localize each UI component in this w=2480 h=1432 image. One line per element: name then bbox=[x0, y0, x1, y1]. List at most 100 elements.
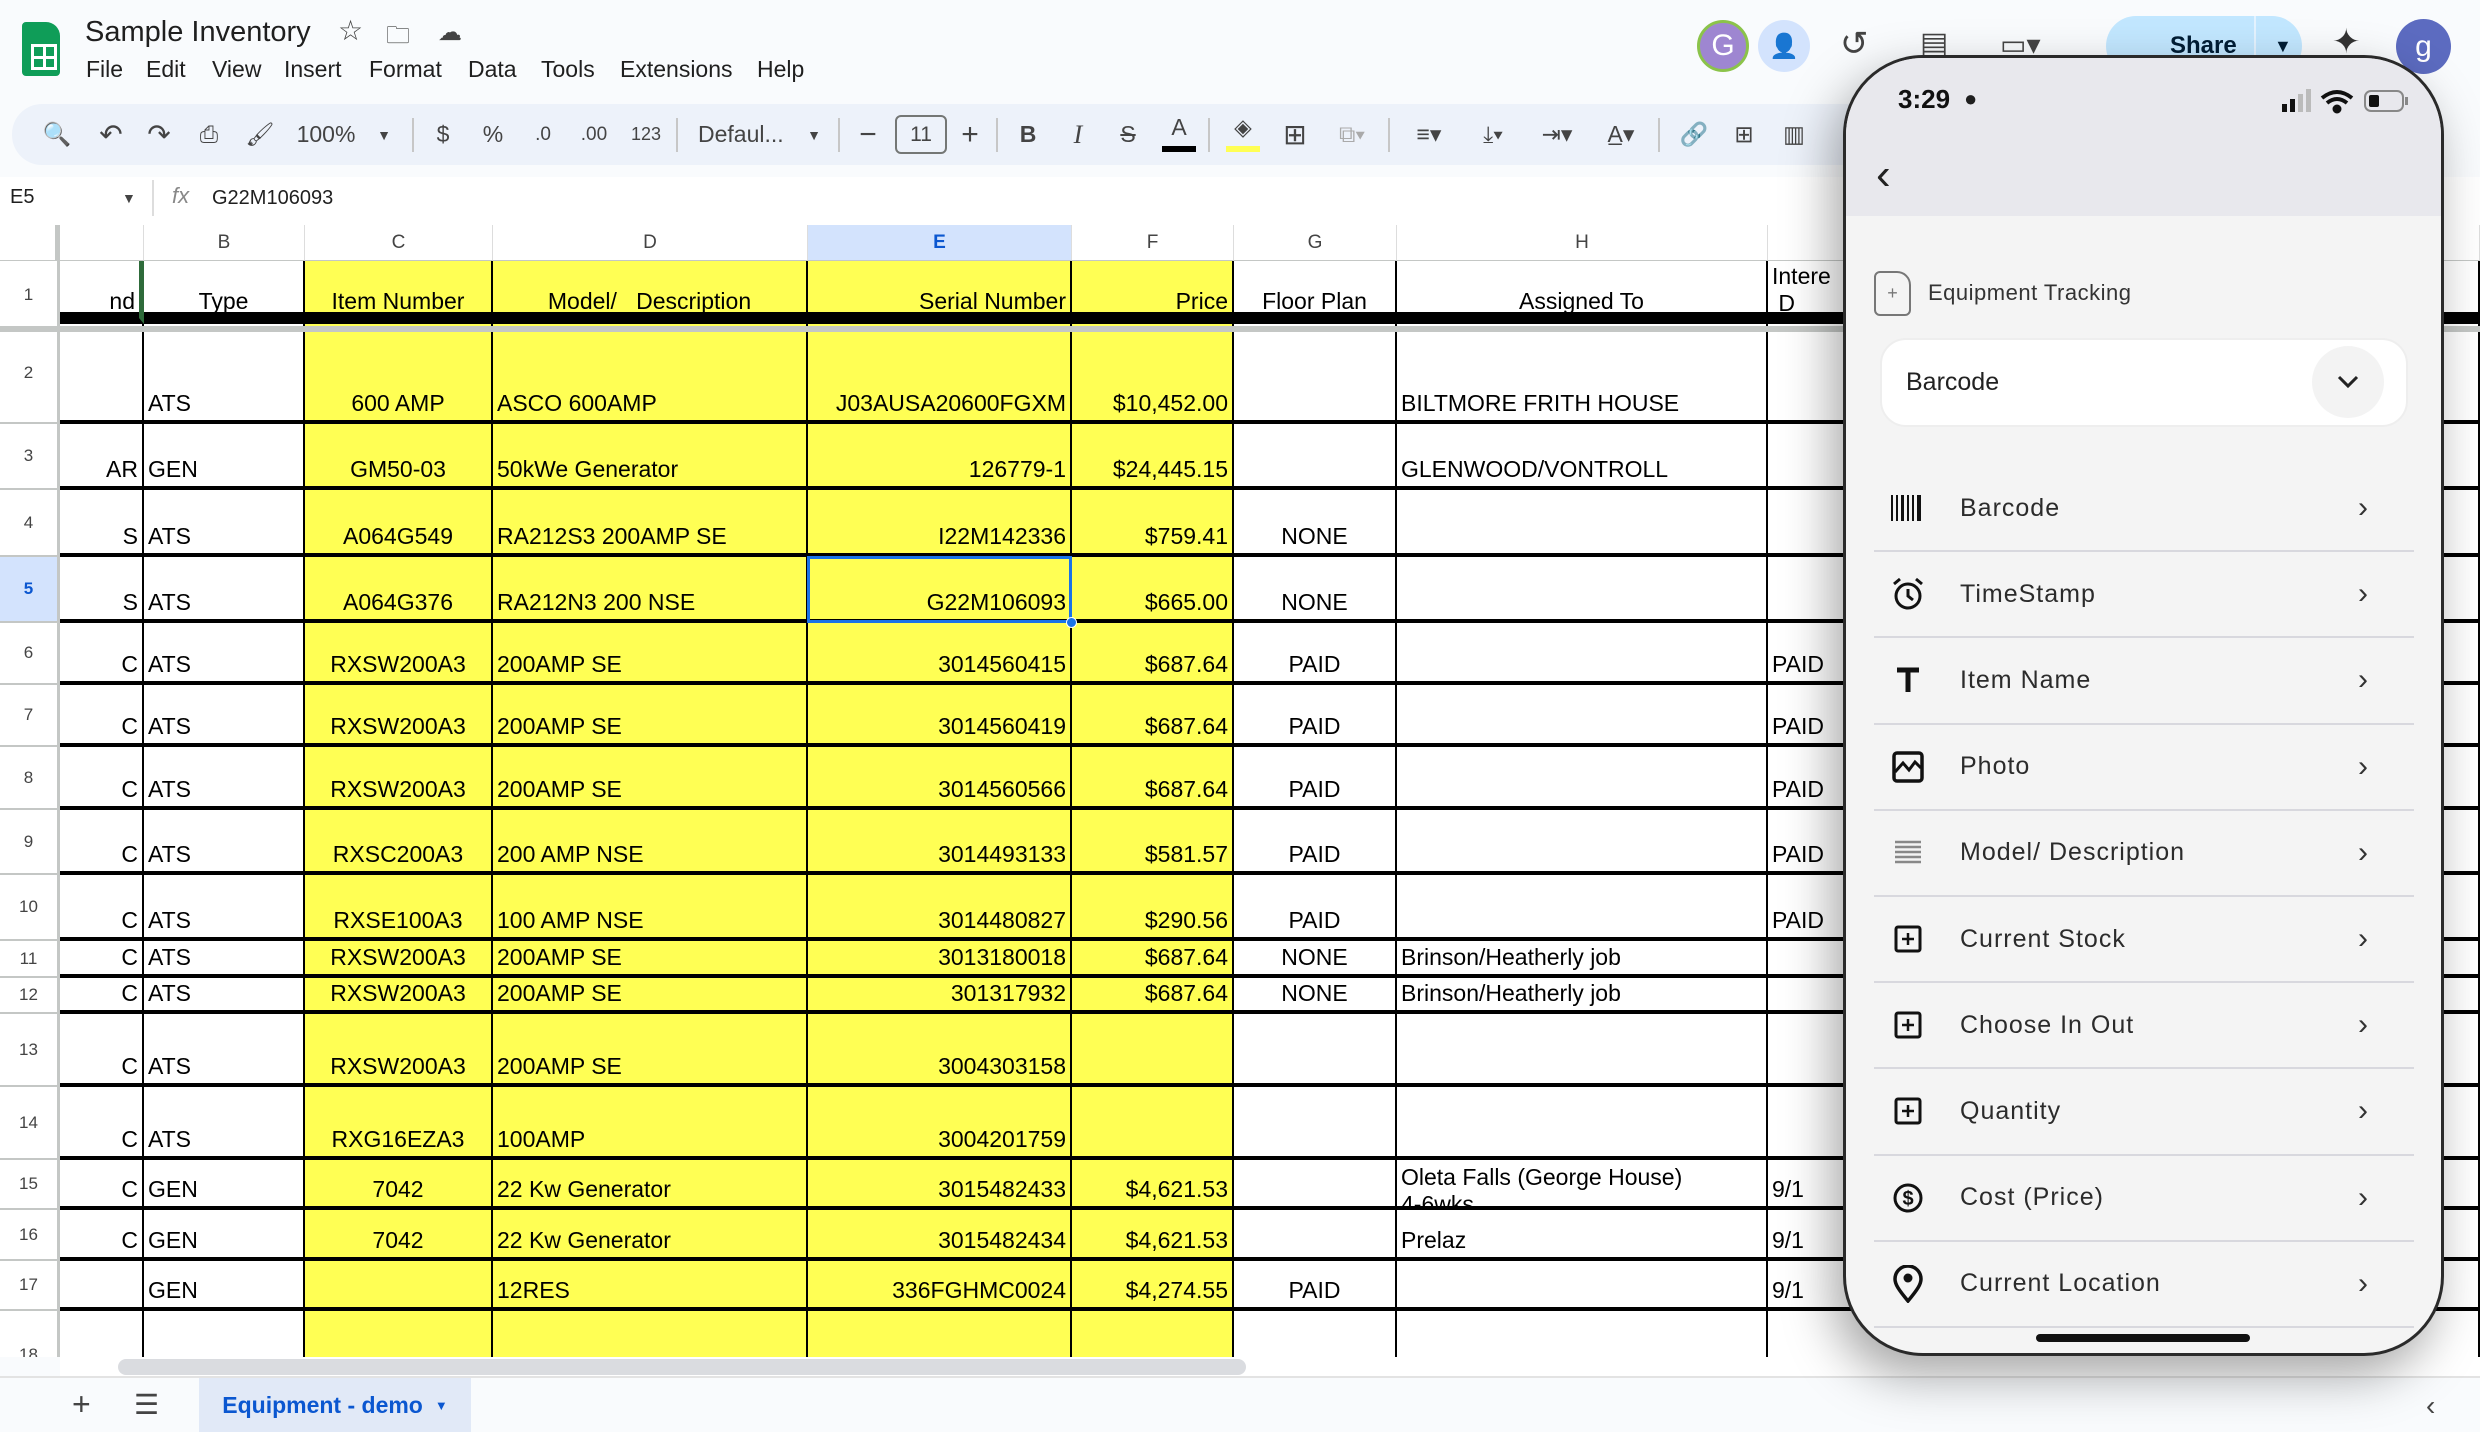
menu-file[interactable]: File bbox=[86, 56, 123, 83]
cell-b8[interactable]: ATS bbox=[144, 747, 305, 810]
header-cell-b[interactable]: Type bbox=[144, 261, 305, 324]
header-cell-g[interactable]: Floor Plan bbox=[1234, 261, 1397, 324]
row-header-11[interactable]: 11 bbox=[0, 941, 60, 978]
select-all-corner[interactable] bbox=[0, 225, 60, 261]
cell-b6[interactable]: ATS bbox=[144, 623, 305, 685]
header-cell-a[interactable]: nd bbox=[60, 261, 144, 324]
vertical-align-icon[interactable]: ⤓▾ bbox=[1466, 104, 1520, 165]
field-item-barcode[interactable]: Barcode › bbox=[1874, 466, 2414, 553]
cell-d10[interactable]: 100 AMP NSE bbox=[493, 875, 808, 941]
cell-f4[interactable]: $759.41 bbox=[1072, 490, 1234, 557]
cell-c10[interactable]: RXSE100A3 bbox=[305, 875, 493, 941]
cell-c5[interactable]: A064G376 bbox=[305, 557, 493, 623]
cell-h4[interactable] bbox=[1397, 490, 1768, 557]
row-header-18[interactable]: 18 bbox=[0, 1311, 60, 1357]
cell-b17[interactable]: GEN bbox=[144, 1261, 305, 1311]
column-header-d[interactable]: D bbox=[493, 225, 808, 261]
add-sheet-icon[interactable]: + bbox=[72, 1386, 91, 1423]
cell-d16[interactable]: 22 Kw Generator bbox=[493, 1210, 808, 1261]
cell-d9[interactable]: 200 AMP NSE bbox=[493, 810, 808, 875]
cell-e15[interactable]: 3015482433 bbox=[808, 1160, 1072, 1210]
text-rotation-icon[interactable]: A̲▾ bbox=[1594, 104, 1648, 165]
cell-a5[interactable]: S bbox=[60, 557, 144, 623]
cell-g11[interactable]: NONE bbox=[1234, 941, 1397, 978]
cell-a6[interactable]: C bbox=[60, 623, 144, 685]
share-dropdown-icon[interactable]: ▼ bbox=[2274, 36, 2292, 57]
collaborators-icon[interactable]: 👤 bbox=[1758, 20, 1810, 72]
row-header-7[interactable]: 7 bbox=[0, 685, 60, 747]
menu-format[interactable]: Format bbox=[369, 56, 442, 83]
cell-h7[interactable] bbox=[1397, 685, 1768, 747]
cell-a9[interactable]: C bbox=[60, 810, 144, 875]
cell-a15[interactable]: C bbox=[60, 1160, 144, 1210]
row-header-4[interactable]: 4 bbox=[0, 490, 60, 557]
cell-h10[interactable] bbox=[1397, 875, 1768, 941]
cell-h2[interactable]: BILTMORE FRITH HOUSE bbox=[1397, 324, 1768, 424]
cell-h17[interactable] bbox=[1397, 1261, 1768, 1311]
header-cell-e[interactable]: Serial Number bbox=[808, 261, 1072, 324]
cell-a13[interactable]: C bbox=[60, 1014, 144, 1087]
field-item-current-stock[interactable]: Current Stock › bbox=[1874, 897, 2414, 984]
field-item-model-description[interactable]: Model/ Description › bbox=[1874, 811, 2414, 897]
cell-g4[interactable]: NONE bbox=[1234, 490, 1397, 557]
cell-d11[interactable]: 200AMP SE bbox=[493, 941, 808, 978]
search-menus-icon[interactable]: 🔍 bbox=[40, 104, 74, 165]
home-indicator[interactable] bbox=[2036, 1334, 2250, 1342]
cell-c7[interactable]: RXSW200A3 bbox=[305, 685, 493, 747]
side-panel-toggle-icon[interactable]: ‹ bbox=[2426, 1390, 2435, 1422]
cell-d7[interactable]: 200AMP SE bbox=[493, 685, 808, 747]
cell-d15[interactable]: 22 Kw Generator bbox=[493, 1160, 808, 1210]
cell-f18[interactable]: $3,049.45 bbox=[1072, 1311, 1234, 1357]
cell-f9[interactable]: $581.57 bbox=[1072, 810, 1234, 875]
cell-a7[interactable]: C bbox=[60, 685, 144, 747]
increase-decimal-button[interactable]: .00 bbox=[574, 104, 614, 165]
redo-icon[interactable]: ↷ bbox=[142, 104, 176, 165]
field-item-item-name[interactable]: Item Name › bbox=[1874, 638, 2414, 725]
cell-c3[interactable]: GM50-03 bbox=[305, 424, 493, 490]
cell-h6[interactable] bbox=[1397, 623, 1768, 685]
cell-b14[interactable]: ATS bbox=[144, 1087, 305, 1160]
cell-d17[interactable]: 12RES bbox=[493, 1261, 808, 1311]
cell-c12[interactable]: RXSW200A3 bbox=[305, 978, 493, 1014]
cell-e4[interactable]: I22M142336 bbox=[808, 490, 1072, 557]
cell-g14[interactable] bbox=[1234, 1087, 1397, 1160]
back-button[interactable]: ‹ bbox=[1876, 150, 1891, 200]
cell-d12[interactable]: 200AMP SE bbox=[493, 978, 808, 1014]
cell-h11[interactable]: Brinson/Heatherly job bbox=[1397, 941, 1768, 978]
cell-h5[interactable] bbox=[1397, 557, 1768, 623]
field-item-photo[interactable]: Photo › bbox=[1874, 725, 2414, 811]
cell-e12[interactable]: 301317932 bbox=[808, 978, 1072, 1014]
cell-e11[interactable]: 3013180018 bbox=[808, 941, 1072, 978]
menu-edit[interactable]: Edit bbox=[146, 56, 186, 83]
chevron-down-icon[interactable] bbox=[2312, 346, 2384, 418]
insert-chart-icon[interactable]: ▥ bbox=[1776, 104, 1812, 165]
cell-b9[interactable]: ATS bbox=[144, 810, 305, 875]
italic-button[interactable]: I bbox=[1064, 104, 1092, 165]
row-header-15[interactable]: 15 bbox=[0, 1160, 60, 1210]
sheet-tab-dropdown-icon[interactable]: ▼ bbox=[435, 1398, 448, 1413]
decrease-font-size-button[interactable]: − bbox=[856, 104, 880, 165]
cell-g3[interactable] bbox=[1234, 424, 1397, 490]
cell-h16[interactable]: Prelaz bbox=[1397, 1210, 1768, 1261]
cell-e8[interactable]: 3014560566 bbox=[808, 747, 1072, 810]
cell-a14[interactable]: C bbox=[60, 1087, 144, 1160]
row-header-12[interactable]: 12 bbox=[0, 978, 60, 1014]
font-size-input[interactable]: 11 bbox=[895, 115, 947, 154]
cell-b12[interactable]: ATS bbox=[144, 978, 305, 1014]
cell-g15[interactable] bbox=[1234, 1160, 1397, 1210]
row-header-10[interactable]: 10 bbox=[0, 875, 60, 941]
cell-f2[interactable]: $10,452.00 bbox=[1072, 324, 1234, 424]
cell-b10[interactable]: ATS bbox=[144, 875, 305, 941]
cell-f11[interactable]: $687.64 bbox=[1072, 941, 1234, 978]
cell-g7[interactable]: PAID bbox=[1234, 685, 1397, 747]
header-cell-d[interactable]: Model/ Description bbox=[493, 261, 808, 324]
cell-g12[interactable]: NONE bbox=[1234, 978, 1397, 1014]
cell-d14[interactable]: 100AMP bbox=[493, 1087, 808, 1160]
menu-tools[interactable]: Tools bbox=[541, 56, 595, 83]
cell-a4[interactable]: S bbox=[60, 490, 144, 557]
cell-a16[interactable]: C bbox=[60, 1210, 144, 1261]
field-item-quantity[interactable]: Quantity › bbox=[1874, 1069, 2414, 1156]
row-header-9[interactable]: 9 bbox=[0, 810, 60, 875]
row-header-8[interactable]: 8 bbox=[0, 747, 60, 810]
cell-c2[interactable]: 600 AMP bbox=[305, 324, 493, 424]
